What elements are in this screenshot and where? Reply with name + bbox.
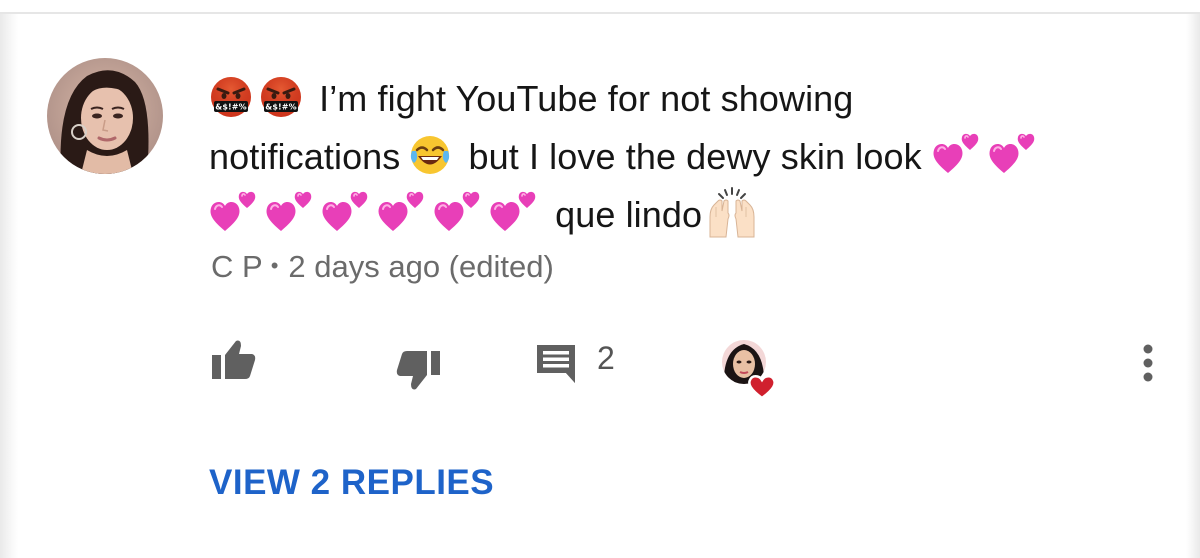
raising-hands-icon [706,187,758,239]
face-with-symbols-icon [259,75,303,119]
two-hearts-icon [932,131,982,177]
two-hearts-icon [489,189,539,235]
two-hearts-icon [377,189,427,235]
left-edge-shadow [0,14,18,558]
two-hearts-icon [433,189,483,235]
two-hearts-icon [265,189,315,235]
comment-meta: C P • 2 days ago (edited) [211,249,554,285]
comment-card: I’m fight YouTube for not showing notifi… [0,0,1200,558]
reply-button[interactable] [530,338,582,390]
like-button[interactable] [203,330,261,388]
comment-text-line3: que lindo [555,194,703,235]
top-divider [0,12,1200,14]
comment-timestamp: 2 days ago (edited) [288,249,554,284]
meta-separator: • [270,253,279,278]
thumbs-up-icon [212,340,256,379]
thumbs-down-icon [396,351,440,390]
laughing-face-icon [408,133,452,177]
comment-text-line1: I’m fight YouTube for not showing [319,78,854,119]
creator-heart-badge [718,336,784,402]
more-options-button[interactable] [1130,338,1166,388]
right-edge-shadow [1186,14,1200,558]
comment-body: I’m fight YouTube for not showing notifi… [209,70,1169,244]
author-name[interactable]: C P [211,249,263,284]
comment-text-line2b: but I love the dewy skin look [468,136,922,177]
dislike-button[interactable] [391,342,449,400]
view-replies-link[interactable]: VIEW 2 REPLIES [209,463,494,503]
two-hearts-icon [209,189,259,235]
comment-text-line2a: notifications [209,136,401,177]
author-avatar[interactable] [47,58,163,174]
two-hearts-icon [321,189,371,235]
comment-icon [537,345,575,383]
reply-count: 2 [597,340,615,376]
two-hearts-icon [988,131,1038,177]
creator-avatar-heart-icon [722,340,776,400]
face-with-symbols-icon [209,75,253,119]
vertical-dots-icon [1143,344,1153,382]
